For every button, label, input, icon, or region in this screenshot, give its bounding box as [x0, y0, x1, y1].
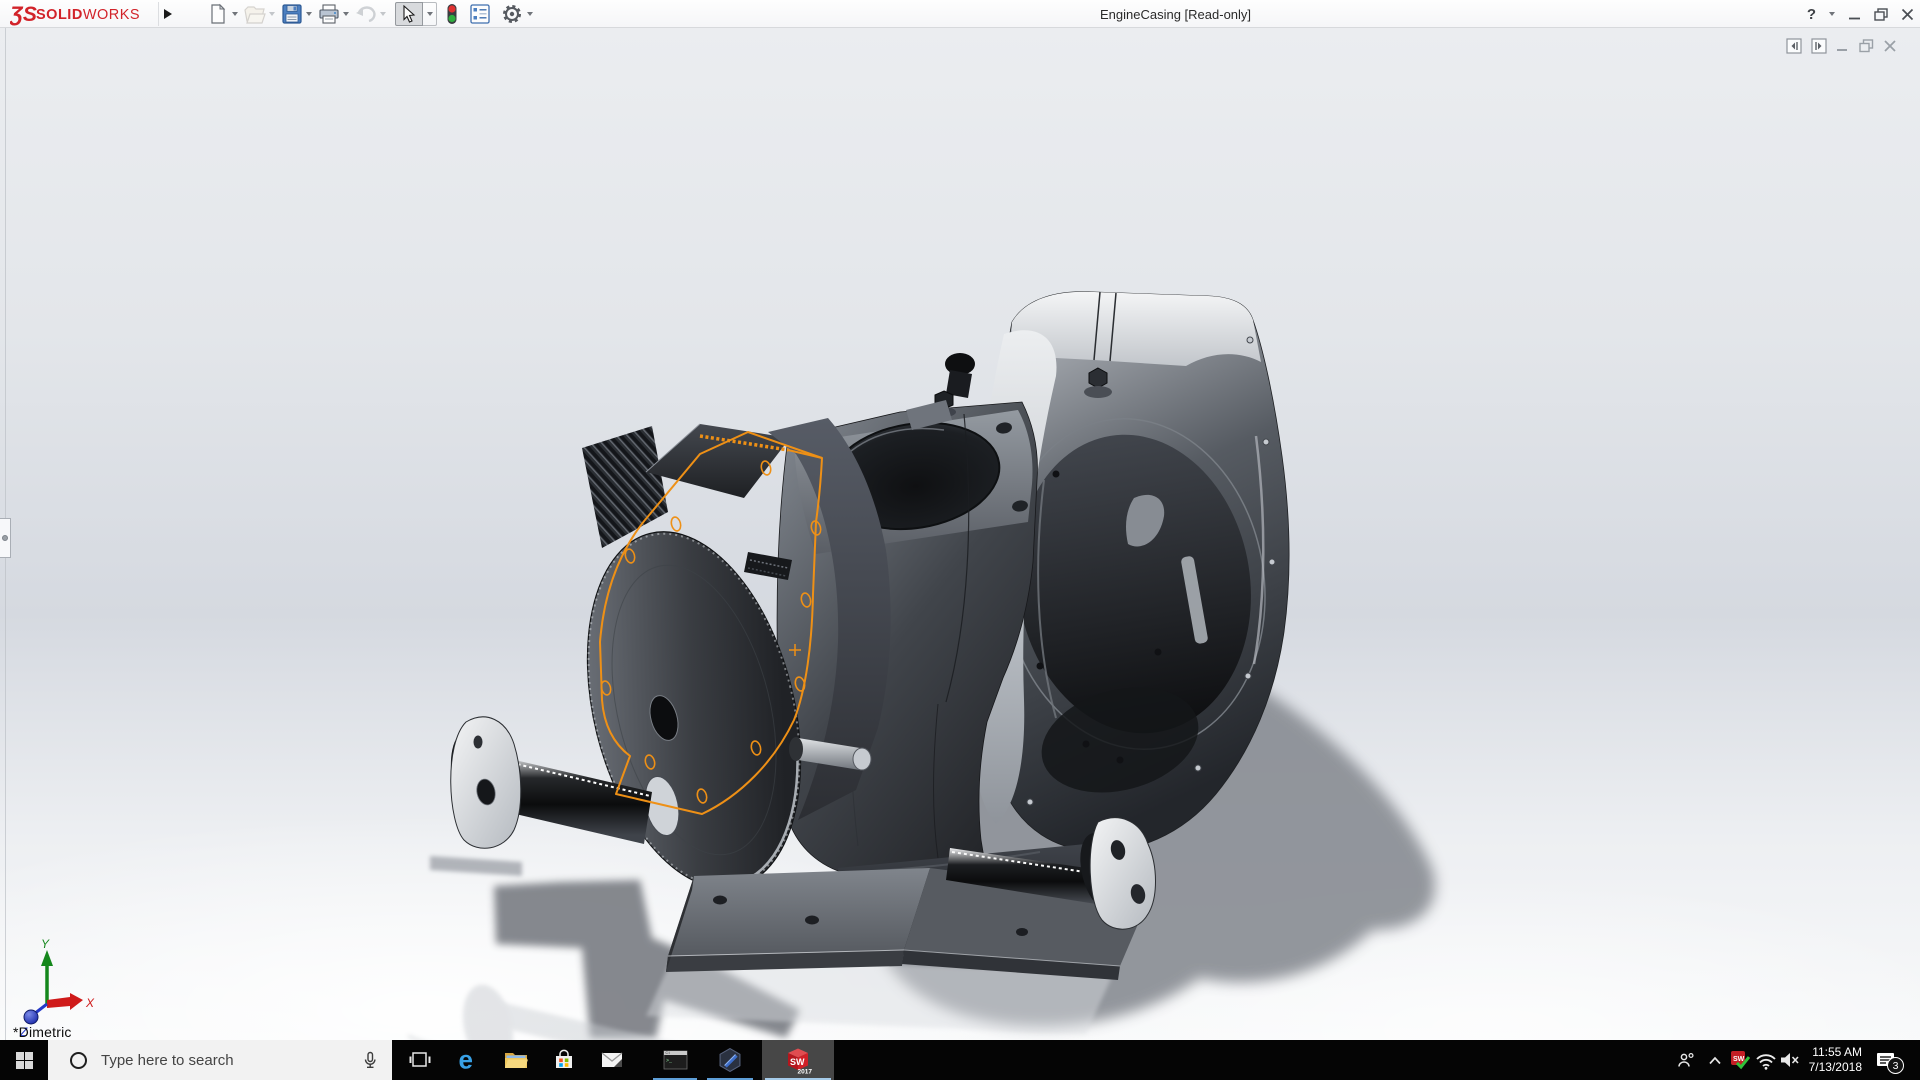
windows-taskbar: Type here to search e C:\ >_ SW 2017 SW … — [0, 1040, 1920, 1080]
close-button[interactable] — [1901, 8, 1914, 21]
title-bar: ƷS SOLIDWORKS EngineCasing [Read-only] ? — [0, 0, 1920, 28]
sw-tray-letters: SW — [1733, 1056, 1745, 1063]
taskbar-app-file-explorer[interactable] — [494, 1040, 538, 1080]
print-dropdown-caret[interactable] — [343, 12, 349, 16]
clock-date: 7/13/2018 — [1808, 1060, 1862, 1074]
new-dropdown-caret[interactable] — [232, 12, 238, 16]
hidden-icons-button[interactable] — [1704, 1040, 1726, 1080]
restore-button[interactable] — [1874, 7, 1888, 21]
save-dropdown-caret[interactable] — [306, 12, 312, 16]
triad-y-label: Y — [41, 937, 50, 951]
save-floppy-icon — [282, 4, 302, 24]
chevron-up-icon — [1709, 1056, 1721, 1064]
toolbar-expand-button[interactable] — [158, 2, 176, 26]
taskbar-app-hexagon[interactable] — [704, 1040, 756, 1080]
svg-text:e: e — [459, 1047, 473, 1073]
new-document-button[interactable] — [206, 2, 230, 26]
taskbar-app-edge[interactable]: e — [446, 1040, 490, 1080]
mail-icon — [601, 1052, 623, 1067]
store-icon — [556, 1049, 572, 1068]
search-placeholder: Type here to search — [101, 1051, 234, 1069]
open-button[interactable] — [243, 2, 267, 26]
properties-button[interactable] — [470, 2, 490, 26]
open-dropdown-caret[interactable] — [269, 12, 275, 16]
minimize-button[interactable] — [1848, 8, 1861, 21]
titlebar-controls: ? — [1807, 0, 1914, 28]
select-tool-button[interactable] — [395, 2, 423, 26]
taskbar-app-store[interactable] — [542, 1040, 586, 1080]
gear-icon — [503, 5, 521, 23]
options-button[interactable] — [501, 2, 523, 26]
solidworks-2017-icon: SW 2017 — [788, 1048, 813, 1076]
task-view-button[interactable] — [398, 1040, 442, 1080]
options-dropdown-caret[interactable] — [527, 12, 533, 16]
stoplight-icon — [447, 4, 457, 24]
cmd-title-text: C:\ — [665, 1051, 669, 1055]
open-folder-icon — [244, 6, 266, 24]
svg-text:>_: >_ — [666, 1058, 673, 1064]
play-arrow-icon — [163, 9, 172, 19]
properties-list-icon — [470, 4, 490, 24]
windows-logo-icon — [15, 1051, 33, 1069]
print-button[interactable] — [317, 2, 341, 26]
printer-icon — [319, 4, 339, 24]
clock-time: 11:55 AM — [1812, 1045, 1862, 1059]
new-document-icon — [211, 3, 226, 24]
triad-x-label: X — [85, 996, 95, 1010]
select-cursor-icon — [403, 5, 416, 23]
wifi-icon — [1756, 1053, 1776, 1070]
view-orientation-label: *Dimetric — [13, 1024, 72, 1040]
undo-button[interactable] — [354, 2, 378, 26]
help-button[interactable]: ? — [1807, 6, 1816, 23]
model-canvas[interactable]: Y X Z — [0, 28, 1920, 1040]
save-button[interactable] — [280, 2, 304, 26]
svg-text:SOLIDWORKS: SOLIDWORKS — [36, 7, 140, 23]
taskbar-app-mail[interactable] — [590, 1040, 634, 1080]
sw-year: 2017 — [798, 1069, 813, 1076]
hexagon-app-icon — [719, 1048, 741, 1072]
undo-arrow-icon — [356, 6, 376, 23]
help-dropdown-caret[interactable] — [1829, 12, 1835, 16]
solidworks-monitor-tray[interactable]: SW — [1728, 1040, 1752, 1080]
undo-dropdown-caret[interactable] — [380, 12, 386, 16]
task-view-icon — [409, 1052, 431, 1067]
taskbar-clock[interactable]: 11:55 AM 7/13/2018 — [1796, 1045, 1862, 1075]
solidworks-monitor-icon: SW — [1731, 1051, 1750, 1070]
main-toolbar — [206, 2, 538, 26]
command-prompt-icon: C:\ >_ — [663, 1050, 687, 1070]
window-title: EngineCasing [Read-only] — [1100, 7, 1252, 22]
taskbar-app-solidworks[interactable]: SW 2017 — [762, 1040, 834, 1080]
people-button[interactable] — [1672, 1040, 1698, 1080]
select-dropdown[interactable] — [423, 2, 437, 26]
taskbar-search[interactable]: Type here to search — [48, 1040, 392, 1080]
taskbar-app-command-prompt[interactable]: C:\ >_ — [650, 1040, 700, 1080]
sw-letters: SW — [790, 1057, 805, 1067]
solidworks-logo: ƷS SOLIDWORKS — [10, 3, 140, 26]
microphone-icon[interactable] — [360, 1050, 380, 1070]
file-explorer-icon — [505, 1053, 528, 1068]
wifi-button[interactable] — [1754, 1040, 1778, 1080]
stoplight-button[interactable] — [446, 2, 458, 26]
graphics-viewport[interactable]: Y X Z *Dimetric — [0, 28, 1920, 1040]
cortana-icon — [70, 1051, 87, 1069]
logo-glyph: ƷS — [10, 3, 37, 26]
people-icon — [1677, 1052, 1694, 1067]
start-button[interactable] — [0, 1040, 48, 1080]
notification-badge: 3 — [1887, 1057, 1904, 1074]
edge-icon: e — [459, 1047, 473, 1073]
